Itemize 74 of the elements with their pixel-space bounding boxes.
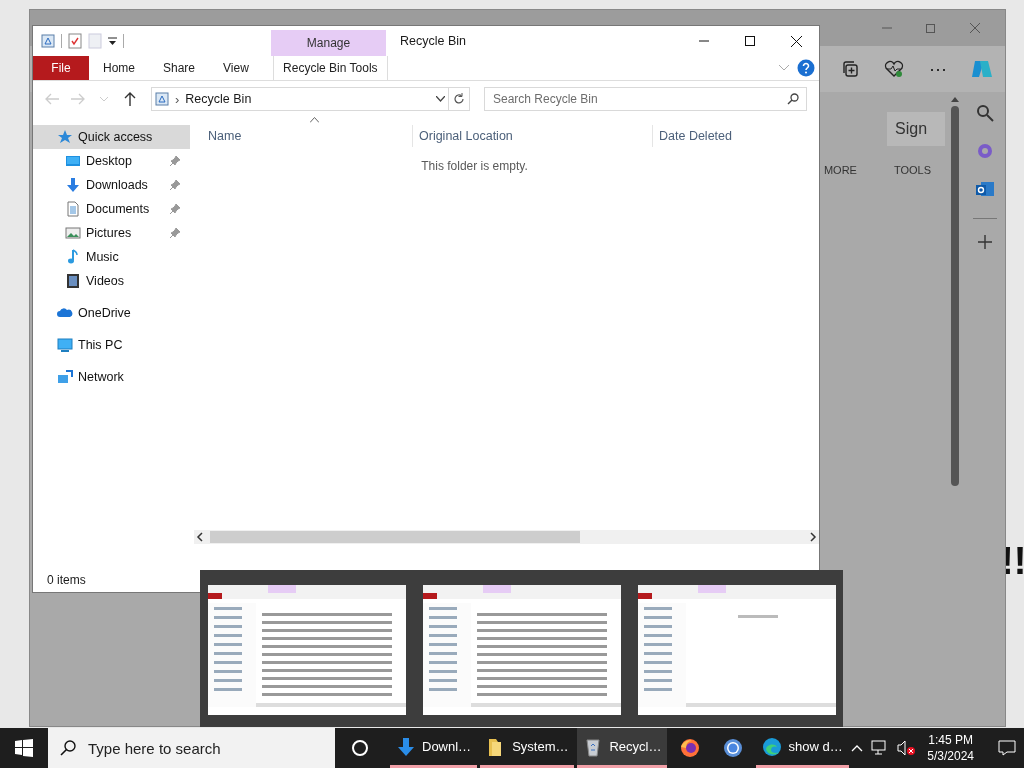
column-header[interactable]: Original Location [412,125,652,147]
maximize-icon[interactable] [745,36,755,46]
clock[interactable]: 1:45 PM 5/3/2024 [923,732,984,764]
edge-icon [762,736,783,757]
window-title: Recycle Bin [400,34,466,48]
recycle-bin-icon[interactable] [41,34,55,48]
contextual-tab-label: Manage [271,30,386,56]
search-field[interactable]: Search Recycle Bin [484,87,807,111]
nav-item[interactable]: Network [33,365,190,389]
taskbar-app[interactable]: Recycl… [577,728,668,768]
scroll-left-icon[interactable] [194,531,206,543]
nav-item[interactable]: Music [33,245,190,269]
recycle-bin-icon [155,92,169,106]
chevron-up-icon[interactable] [851,744,864,752]
down-arrow-icon [65,177,81,193]
nav-link[interactable]: MORE [823,164,857,176]
nav-item[interactable]: Desktop [33,149,190,173]
ribbon-tab[interactable]: Share [149,56,210,80]
nav-item[interactable]: OneDrive [33,301,190,325]
star-icon [57,129,73,145]
nav-item[interactable]: Documents [33,197,190,221]
search-icon [787,93,799,105]
volume-muted-icon[interactable] [897,740,916,756]
column-header[interactable]: Name [190,125,412,147]
window-thumbnail[interactable] [638,585,836,715]
nav-item[interactable]: Downloads [33,173,190,197]
column-header[interactable]: Date Deleted [652,125,792,147]
status-text: 0 items [47,573,86,587]
windows-logo-icon[interactable] [15,739,33,757]
nav-item[interactable]: Quick access [33,125,190,149]
help-icon[interactable] [797,59,815,77]
scroll-right-icon[interactable] [807,531,819,543]
document-icon [65,201,81,217]
circle-icon[interactable] [351,739,369,757]
window-thumbnail[interactable] [208,585,406,715]
window-thumbnail[interactable] [423,585,621,715]
network-icon [57,369,73,385]
browser-ring-icon [723,738,744,758]
search-icon [60,740,76,756]
music-note-icon [65,249,81,265]
sign-in-button[interactable]: Sign [887,112,945,146]
file-tab[interactable]: File [33,56,89,80]
picture-icon [65,225,81,241]
nav-item[interactable]: Videos [33,269,190,293]
chevron-down-icon[interactable] [436,96,445,102]
nav-item[interactable]: Pictures [33,221,190,245]
refresh-icon[interactable] [453,93,465,105]
empty-message: This folder is empty. [421,159,528,173]
film-icon [65,273,81,289]
address-bar[interactable]: › Recycle Bin [151,87,449,111]
nav-link[interactable]: TOOLS [893,164,931,176]
more-button[interactable]: ⋯ [923,54,953,84]
refresh-button[interactable] [449,87,470,111]
down-arrow-icon [396,736,416,757]
desktop-icon [65,153,81,169]
nav-item[interactable]: This PC [33,333,190,357]
ribbon-tab[interactable]: Home [89,56,149,80]
breadcrumb[interactable]: Recycle Bin [185,92,430,106]
search-field[interactable]: Type here to search [48,728,335,768]
customize-dropdown-icon[interactable] [108,37,117,45]
breadcrumb-separator: › [175,91,180,107]
ribbon-tab[interactable]: View [209,56,263,80]
notification-icon[interactable] [998,740,1016,756]
up-arrow-icon[interactable] [124,92,136,106]
taskbar-app[interactable]: Downl… [390,728,478,768]
properties-icon[interactable] [68,33,82,49]
restore-icon[interactable] [926,23,936,33]
close-icon[interactable] [790,35,802,47]
firefox-icon [680,738,701,758]
monitor-icon [57,337,73,353]
scroll-up-icon[interactable] [951,96,959,102]
taskbar-app[interactable]: System… [480,728,575,768]
scrollbar[interactable] [194,530,819,544]
taskbar-app[interactable]: show d… [756,728,849,768]
